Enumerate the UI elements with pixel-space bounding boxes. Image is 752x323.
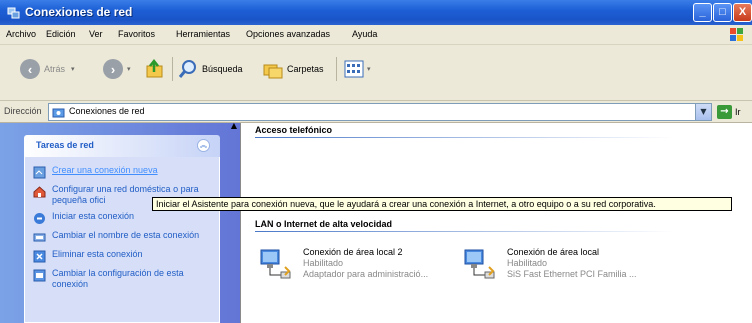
menu-bar: Archivo Edición Ver Favoritos Herramient… — [0, 25, 752, 45]
connection-item-lan2[interactable]: Conexión de área local 2 Habilitado Adap… — [259, 247, 428, 281]
task-label: Iniciar esta conexión — [52, 211, 135, 221]
views-icon — [344, 60, 364, 78]
title-bar[interactable]: Conexiones de red _ □ X — [0, 0, 752, 25]
network-tasks-title: Tareas de red — [36, 140, 94, 150]
settings-icon — [33, 269, 46, 282]
connections-view: Acceso telefónico LAN o Internet de alta… — [240, 123, 752, 323]
back-arrow-icon: ‹ — [20, 59, 40, 79]
up-folder-icon — [146, 58, 163, 78]
lan-connection-icon — [260, 249, 291, 279]
connection-name: Conexión de área local — [507, 247, 600, 257]
task-delete-connection[interactable]: Eliminar esta conexión — [33, 249, 213, 263]
home-network-icon — [33, 186, 46, 198]
address-input[interactable]: Conexiones de red ▼ — [48, 103, 712, 121]
forward-button[interactable]: › ▾ — [103, 59, 131, 79]
search-icon — [178, 60, 196, 78]
scroll-up-arrow-icon[interactable]: ▲ — [229, 121, 239, 131]
window-title: Conexiones de red — [25, 5, 133, 19]
address-label: Dirección — [4, 106, 42, 116]
task-rename-connection[interactable]: Cambiar el nombre de esta conexión — [33, 230, 213, 244]
connection-device: Adaptador para administració... — [303, 269, 429, 279]
search-button[interactable]: Búsqueda — [177, 58, 243, 80]
task-change-settings[interactable]: Cambiar la configuración de esta conexió… — [33, 268, 213, 290]
close-button[interactable]: X — [733, 3, 752, 22]
address-value: Conexiones de red — [69, 106, 145, 116]
forward-dropdown-icon: ▾ — [127, 66, 131, 73]
connection-item-lan1[interactable]: Conexión de área local Habilitado SiS Fa… — [463, 247, 637, 281]
menu-edicion[interactable]: Edición — [46, 29, 76, 39]
menu-herramientas[interactable]: Herramientas — [176, 29, 230, 39]
network-tasks-header[interactable]: Tareas de red ︽ — [24, 135, 220, 157]
connection-status: Habilitado — [507, 258, 548, 268]
address-dropdown-icon[interactable]: ▼ — [695, 104, 711, 120]
minimize-button[interactable]: _ — [693, 3, 712, 22]
task-start-connection[interactable]: Iniciar esta conexión — [33, 211, 213, 225]
menu-ayuda[interactable]: Ayuda — [352, 29, 377, 39]
task-label: Eliminar esta conexión — [52, 249, 143, 259]
connection-name: Conexión de área local 2 — [303, 247, 403, 257]
folders-button[interactable]: Carpetas — [262, 58, 324, 80]
menu-favoritos[interactable]: Favoritos — [118, 29, 155, 39]
delete-icon — [33, 250, 46, 263]
task-pane: Tareas de red ︽ Crear una conexión nueva… — [0, 123, 240, 323]
lan-connection-icon — [464, 249, 495, 279]
search-label: Búsqueda — [202, 64, 243, 74]
connection-status: Habilitado — [303, 258, 344, 268]
folders-icon — [263, 64, 283, 79]
menu-archivo[interactable]: Archivo — [6, 29, 36, 39]
network-connections-icon — [7, 7, 20, 19]
windows-logo-icon — [730, 28, 743, 41]
up-folder-button[interactable] — [144, 58, 166, 80]
rename-icon — [33, 233, 46, 242]
go-button[interactable]: → Ir — [717, 105, 741, 119]
task-label: Crear una conexión nueva — [52, 165, 158, 175]
back-label: Atrás — [44, 64, 66, 74]
new-connection-icon — [33, 166, 46, 179]
tooltip: Iniciar el Asistente para conexión nueva… — [152, 197, 732, 211]
back-button[interactable]: ‹ Atrás ▾ — [20, 59, 75, 79]
go-arrow-icon: → — [717, 105, 732, 119]
connection-device: SiS Fast Ethernet PCI Familia ... — [507, 269, 637, 279]
address-bar: Dirección Conexiones de red ▼ → Ir — [0, 101, 752, 123]
go-label: Ir — [735, 107, 741, 117]
collapse-chevron-icon[interactable]: ︽ — [197, 139, 210, 152]
menu-opciones-avanzadas[interactable]: Opciones avanzadas — [246, 29, 330, 39]
back-dropdown-icon: ▾ — [71, 66, 75, 73]
maximize-button[interactable]: □ — [713, 3, 732, 22]
toolbar: ‹ Atrás ▾ › ▾ Búsqueda Carpetas ▾ — [0, 45, 752, 101]
task-label: Cambiar el nombre de esta conexión — [52, 230, 200, 240]
task-label: Cambiar la configuración de esta conexió… — [52, 268, 184, 289]
network-tasks-list: Crear una conexión nueva Configurar una … — [24, 157, 220, 323]
task-create-connection[interactable]: Crear una conexión nueva — [33, 165, 213, 179]
network-tasks-box: Tareas de red ︽ Crear una conexión nueva… — [24, 135, 220, 323]
folders-label: Carpetas — [287, 64, 324, 74]
group-lan-divider — [255, 231, 675, 232]
views-button[interactable]: ▾ — [344, 60, 371, 78]
network-folder-icon — [52, 108, 65, 118]
group-lan-title: LAN o Internet de alta velocidad — [255, 219, 393, 229]
forward-arrow-icon: › — [103, 59, 123, 79]
views-dropdown-icon: ▾ — [367, 66, 371, 73]
group-dialup-divider — [255, 137, 675, 138]
start-connection-icon — [34, 213, 45, 224]
menu-ver[interactable]: Ver — [89, 29, 103, 39]
group-dialup-title: Acceso telefónico — [255, 125, 333, 135]
